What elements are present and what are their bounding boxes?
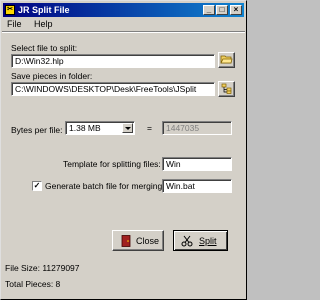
bytes-value-field: 1447035: [162, 121, 232, 135]
menu-separator: [2, 31, 245, 33]
scissors-icon: [181, 235, 193, 247]
menu-bar: File Help: [3, 18, 244, 31]
save-folder-label: Save pieces in folder:: [11, 71, 93, 81]
maximize-button[interactable]: □: [216, 5, 228, 15]
title-bar[interactable]: ✂ JR Split File _ □ ×: [3, 3, 244, 17]
bytes-per-file-select[interactable]: 1.38 MB: [65, 121, 135, 135]
window-title: JR Split File: [18, 5, 70, 15]
split-button-label: Split: [199, 236, 217, 246]
main-window: ✂ JR Split File _ □ × File Help Select f…: [0, 0, 247, 300]
app-icon: ✂: [5, 5, 15, 15]
folder-tree-icon: [221, 83, 231, 94]
select-file-field[interactable]: D:\Win32.hlp: [11, 54, 215, 68]
browse-folder-button[interactable]: [218, 81, 235, 97]
door-icon: [121, 235, 131, 247]
generate-batch-checkbox[interactable]: ✓: [32, 181, 42, 191]
menu-help[interactable]: Help: [34, 19, 53, 29]
close-button-label: Close: [136, 236, 160, 246]
save-folder-field[interactable]: C:\WINDOWS\DESKTOP\Desk\FreeTools\JSplit: [11, 82, 215, 96]
equals-sign: =: [147, 123, 152, 133]
bytes-per-file-selected: 1.38 MB: [69, 123, 101, 133]
batch-file-field[interactable]: Win.bat: [162, 179, 232, 193]
menu-file[interactable]: File: [7, 19, 22, 29]
folder-open-icon: [220, 55, 233, 64]
browse-file-button[interactable]: [218, 52, 235, 68]
close-button[interactable]: Close: [112, 230, 164, 251]
template-field[interactable]: Win: [162, 157, 232, 171]
split-button[interactable]: Split: [173, 230, 228, 251]
template-label: Template for splitting files:: [63, 159, 161, 169]
close-window-button[interactable]: ×: [230, 5, 242, 15]
chevron-down-icon[interactable]: [122, 123, 133, 133]
file-size-status: File Size: 11279097: [5, 263, 80, 273]
select-file-label: Select file to split:: [11, 43, 78, 53]
bytes-per-file-label: Bytes per file:: [11, 125, 63, 135]
total-pieces-status: Total Pieces: 8: [5, 279, 61, 289]
minimize-button[interactable]: _: [203, 5, 215, 15]
generate-batch-label: Generate batch file for merging:: [45, 181, 165, 191]
